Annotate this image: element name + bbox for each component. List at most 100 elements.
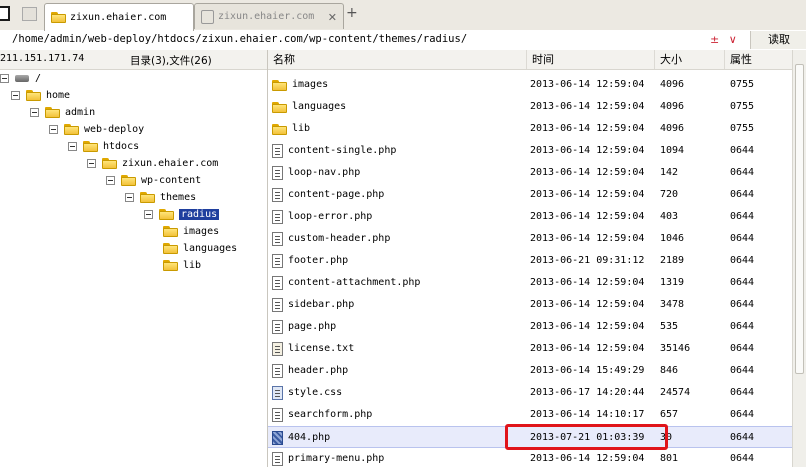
collapse-icon[interactable] — [144, 210, 153, 219]
file-size: 1094 — [660, 145, 685, 156]
folder-icon — [272, 101, 287, 113]
file-size: 720 — [660, 189, 679, 200]
grid-icon[interactable] — [22, 7, 37, 21]
file-time: 2013-06-14 14:10:17 — [530, 409, 645, 420]
file-name: footer.php — [288, 255, 349, 266]
file-row[interactable]: images 2013-06-14 12:59:04 4096 0755 — [268, 74, 792, 96]
file-size: 1319 — [660, 277, 685, 288]
file-name-cell: custom-header.php — [272, 228, 390, 250]
file-row[interactable]: page.php 2013-06-14 12:59:04 535 0644 — [268, 316, 792, 338]
file-attr: 0755 — [730, 123, 755, 134]
column-time[interactable]: 时间 — [526, 50, 654, 69]
folder-icon — [102, 158, 117, 169]
tree-item-label: radius — [179, 209, 220, 220]
file-size: 846 — [660, 365, 679, 376]
scrollbar-thumb[interactable] — [795, 64, 804, 374]
file-row[interactable]: searchform.php 2013-06-14 14:10:17 657 0644 — [268, 404, 792, 426]
file-row[interactable]: license.txt 2013-06-14 12:59:04 35146 0644 — [268, 338, 792, 360]
file-attr: 0644 — [730, 299, 755, 310]
file-name-cell: content-attachment.php — [272, 272, 420, 294]
tab-inactive[interactable]: zixun.ehaier.com ✕ — [194, 3, 344, 29]
tree-item[interactable]: htdocs — [68, 138, 139, 155]
tree-item[interactable]: images — [163, 223, 219, 240]
tree-item[interactable]: web-deploy — [49, 121, 144, 138]
file-row[interactable]: content-single.php 2013-06-14 12:59:04 109… — [268, 140, 792, 162]
column-size[interactable]: 大小 — [654, 50, 724, 69]
new-tab-button[interactable]: + — [346, 5, 358, 21]
file-size: 657 — [660, 409, 679, 420]
path-input[interactable]: /home/admin/web-deploy/htdocs/zixun.ehai… — [12, 33, 467, 45]
tab-label: zixun.ehaier.com — [218, 11, 315, 22]
file-name-cell: content-single.php — [272, 140, 396, 162]
file-row[interactable]: content-page.php 2013-06-14 12:59:04 720 06… — [268, 184, 792, 206]
file-row[interactable]: loop-error.php 2013-06-14 12:59:04 403 0644 — [268, 206, 792, 228]
file-name: lib — [292, 123, 311, 134]
file-attr: 0644 — [730, 409, 755, 420]
info-bar: 211.151.171.74 目录(3),文件(26) — [0, 50, 268, 70]
collapse-icon[interactable] — [11, 91, 20, 100]
file-name: custom-header.php — [288, 233, 391, 244]
folder-icon — [272, 123, 287, 135]
tree-item[interactable]: wp-content — [106, 172, 201, 189]
file-name: content-attachment.php — [288, 277, 421, 288]
file-name-cell: header.php — [272, 360, 348, 382]
file-row[interactable]: style.css 2013-06-17 14:20:44 24574 0644 — [268, 382, 792, 404]
tree-item[interactable]: languages — [163, 240, 237, 257]
column-attr[interactable]: 属性 — [724, 50, 792, 69]
tree-item[interactable]: lib — [163, 257, 201, 274]
file-time: 2013-06-14 12:59:04 — [530, 145, 645, 156]
file-row[interactable]: custom-header.php 2013-06-14 12:59:04 1046… — [268, 228, 792, 250]
file-list-header: 名称 时间 大小 属性 — [268, 50, 806, 70]
collapse-icon[interactable] — [125, 193, 134, 202]
file-name: content-single.php — [288, 145, 397, 156]
tree-item[interactable]: home — [11, 87, 70, 104]
file-name-cell: page.php — [272, 316, 336, 338]
app-menu-icon[interactable] — [0, 6, 10, 21]
file-attr: 0644 — [730, 145, 755, 156]
file-size: 3478 — [660, 299, 685, 310]
file-row[interactable]: sidebar.php 2013-06-14 12:59:04 3478 0644 — [268, 294, 792, 316]
php-file-icon — [272, 254, 283, 268]
close-icon[interactable]: ✕ — [328, 11, 337, 24]
tree-item[interactable]: themes — [125, 189, 196, 206]
file-row[interactable]: content-attachment.php 2013-06-14 12:59:0… — [268, 272, 792, 294]
file-row[interactable]: lib 2013-06-14 12:59:04 4096 0755 — [268, 118, 792, 140]
file-name-cell: content-page.php — [272, 184, 384, 206]
file-name-cell: footer.php — [272, 250, 348, 272]
file-row[interactable]: header.php 2013-06-14 15:49:29 846 0644 — [268, 360, 792, 382]
file-name-cell: images — [272, 74, 328, 96]
collapse-icon[interactable] — [106, 176, 115, 185]
image-file-icon — [272, 431, 283, 445]
tree-item[interactable]: admin — [30, 104, 95, 121]
php-file-icon — [272, 320, 283, 334]
file-size: 4096 — [660, 79, 685, 90]
tab-active[interactable]: zixun.ehaier.com — [44, 3, 194, 31]
text-file-icon — [272, 342, 283, 356]
file-row[interactable]: footer.php 2013-06-21 09:31:12 2189 0644 — [268, 250, 792, 272]
folder-icon — [51, 12, 66, 23]
collapse-icon[interactable] — [0, 74, 9, 83]
file-row[interactable]: languages 2013-06-14 12:59:04 4096 0755 — [268, 96, 792, 118]
tree-item[interactable]: zixun.ehaier.com — [87, 155, 218, 172]
tab-label: zixun.ehaier.com — [70, 12, 167, 23]
php-file-icon — [272, 408, 283, 422]
file-time: 2013-06-14 12:59:04 — [530, 277, 645, 288]
file-name: sidebar.php — [288, 299, 355, 310]
collapse-icon[interactable] — [49, 125, 58, 134]
file-row[interactable]: loop-nav.php 2013-06-14 12:59:04 142 0644 — [268, 162, 792, 184]
file-time: 2013-06-21 09:31:12 — [530, 255, 645, 266]
file-name: header.php — [288, 365, 349, 376]
path-controls[interactable]: ± ∨ — [710, 33, 740, 46]
column-name[interactable]: 名称 — [268, 50, 526, 69]
folder-icon — [121, 175, 136, 186]
tree-item-label: languages — [183, 243, 238, 254]
tree-item[interactable]: / — [0, 70, 41, 87]
file-size: 403 — [660, 211, 679, 222]
collapse-icon[interactable] — [30, 108, 39, 117]
collapse-icon[interactable] — [87, 159, 96, 168]
server-ip: 211.151.171.74 — [0, 53, 85, 64]
read-button[interactable]: 读取 — [750, 31, 806, 49]
tab-bar: zixun.ehaier.com zixun.ehaier.com ✕ + — [0, 0, 806, 31]
tree-item[interactable]: radius — [144, 206, 220, 223]
collapse-icon[interactable] — [68, 142, 77, 151]
